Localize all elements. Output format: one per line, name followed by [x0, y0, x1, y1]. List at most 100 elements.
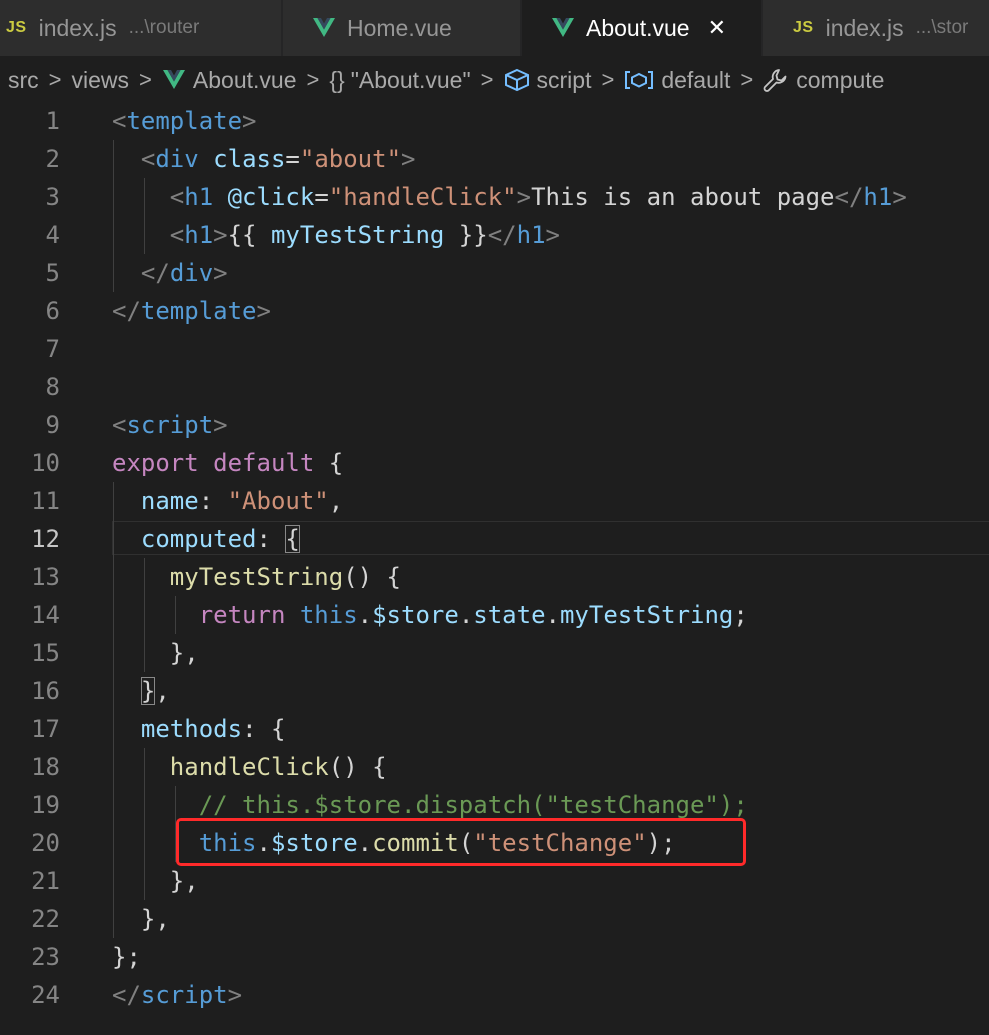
- tag-bracket: <: [140, 145, 156, 173]
- vue-file-icon: [162, 70, 185, 89]
- code-text: <script>: [0, 406, 989, 444]
- code-text: },: [0, 634, 989, 672]
- wrench-icon: [763, 69, 787, 92]
- punctuation: .: [545, 601, 560, 629]
- method-name: handleClick: [169, 753, 329, 781]
- code-text: </div>: [0, 254, 989, 292]
- tag-name: div: [155, 145, 199, 173]
- punctuation: },: [169, 639, 199, 667]
- tab-path-hint: ...\router: [128, 17, 200, 38]
- chevron-right-icon: >: [48, 67, 62, 92]
- close-icon[interactable]: ✕: [708, 15, 726, 41]
- tab-about-vue[interactable]: About.vue ✕: [522, 0, 762, 56]
- tag-name: template: [140, 297, 257, 325]
- js-file-icon: JS: [6, 19, 27, 36]
- breadcrumb-item-file[interactable]: About.vue: [162, 67, 297, 94]
- punctuation: .: [458, 601, 474, 629]
- tab-home-vue[interactable]: Home.vue: [283, 0, 521, 56]
- code-editor[interactable]: 1 2 3 4 5 6 7 8 9 10 11 12 13 14 15 16 1…: [0, 102, 989, 1035]
- code-text: <h1 @click="handleClick">This is an abou…: [0, 178, 989, 216]
- code-text: },: [0, 862, 989, 900]
- property: state: [473, 601, 546, 629]
- tab-index-js-store[interactable]: JS index.js ...\stor: [763, 0, 989, 56]
- tag-name: script: [140, 981, 228, 1009]
- tab-label: Home.vue: [347, 14, 452, 41]
- method-name: myTestString: [169, 563, 344, 591]
- attribute-value: "about": [299, 145, 402, 173]
- tag-bracket: </: [112, 297, 141, 325]
- breadcrumb-label: "About.vue": [350, 66, 471, 93]
- breadcrumb-label: About.vue: [192, 66, 297, 93]
- punctuation: () {: [343, 563, 401, 591]
- tag-name: h1: [863, 183, 893, 211]
- punctuation: .: [357, 601, 373, 629]
- property: $store: [372, 601, 459, 629]
- breadcrumb-label: compute: [796, 66, 885, 93]
- punctuation: };: [112, 943, 141, 971]
- tag-bracket: >: [213, 259, 228, 287]
- tag-bracket: >: [545, 221, 560, 249]
- tag-bracket: </: [140, 259, 170, 287]
- tag-bracket: >: [256, 297, 271, 325]
- breadcrumb-item-script[interactable]: script: [504, 66, 592, 94]
- operator: =: [285, 145, 300, 173]
- colon: :: [242, 715, 271, 743]
- operator: =: [314, 183, 329, 211]
- editor-tab-bar: JS index.js ...\router Home.vue About.vu…: [0, 0, 989, 56]
- code-text: methods: {: [0, 710, 989, 748]
- brace: {: [270, 715, 286, 743]
- tag-bracket: <: [112, 107, 127, 135]
- tag-bracket: <: [112, 411, 127, 439]
- chevron-right-icon: >: [601, 67, 615, 92]
- tab-index-js-router[interactable]: JS index.js ...\router: [0, 0, 282, 56]
- punctuation: },: [169, 867, 199, 895]
- annotation-highlight-box: [176, 818, 746, 866]
- keyword: default: [213, 449, 315, 477]
- code-text: </template>: [0, 292, 989, 330]
- tag-bracket: >: [892, 183, 907, 211]
- breadcrumb-item-src[interactable]: src: [8, 67, 39, 94]
- matched-brace: {: [285, 525, 300, 553]
- punctuation: ;: [733, 601, 748, 629]
- breadcrumb-item-default[interactable]: default: [624, 67, 730, 94]
- code-text: },: [0, 672, 989, 710]
- tag-bracket: >: [213, 411, 228, 439]
- cube-icon: [504, 68, 529, 92]
- property-key: name: [140, 487, 199, 515]
- tag-bracket: </: [487, 221, 517, 249]
- code-text: computed: {: [0, 520, 989, 558]
- tab-label: index.js: [825, 14, 904, 41]
- tab-path-hint: ...\stor: [915, 17, 969, 38]
- colon: :: [256, 525, 286, 553]
- tag-name: h1: [184, 221, 214, 249]
- code-text: handleClick() {: [0, 748, 989, 786]
- code-text: },: [0, 900, 989, 938]
- tag-bracket: >: [516, 183, 532, 211]
- tag-name: div: [169, 259, 214, 287]
- tag-bracket: </: [834, 183, 864, 211]
- breadcrumb-label: default: [661, 66, 731, 93]
- tag-name: script: [126, 411, 214, 439]
- breadcrumb-item-module[interactable]: {} "About.vue": [329, 67, 470, 94]
- attribute-name: @click: [227, 183, 315, 211]
- keyword: return: [198, 601, 286, 629]
- breadcrumb-item-views[interactable]: views: [72, 67, 130, 94]
- mustache: }}: [444, 221, 488, 249]
- vue-file-icon: [313, 18, 335, 37]
- code-text: export default {: [0, 444, 989, 482]
- property-key: computed: [140, 525, 257, 553]
- js-file-icon: JS: [793, 19, 814, 36]
- code-text: <h1>{{ myTestString }}</h1>: [0, 216, 989, 254]
- code-text: </script>: [0, 976, 989, 1014]
- tag-bracket: >: [242, 107, 257, 135]
- code-text: return this.$store.state.myTestString;: [0, 596, 989, 634]
- colon: :: [198, 487, 228, 515]
- line-number: 7: [45, 335, 60, 363]
- breadcrumb-item-computed[interactable]: compute: [763, 67, 884, 94]
- breadcrumb-label: script: [536, 66, 592, 93]
- property-key: methods: [140, 715, 243, 743]
- braces-icon: {}: [329, 66, 345, 93]
- keyword: export: [112, 449, 199, 477]
- property: myTestString: [559, 601, 734, 629]
- code-text: myTestString() {: [0, 558, 989, 596]
